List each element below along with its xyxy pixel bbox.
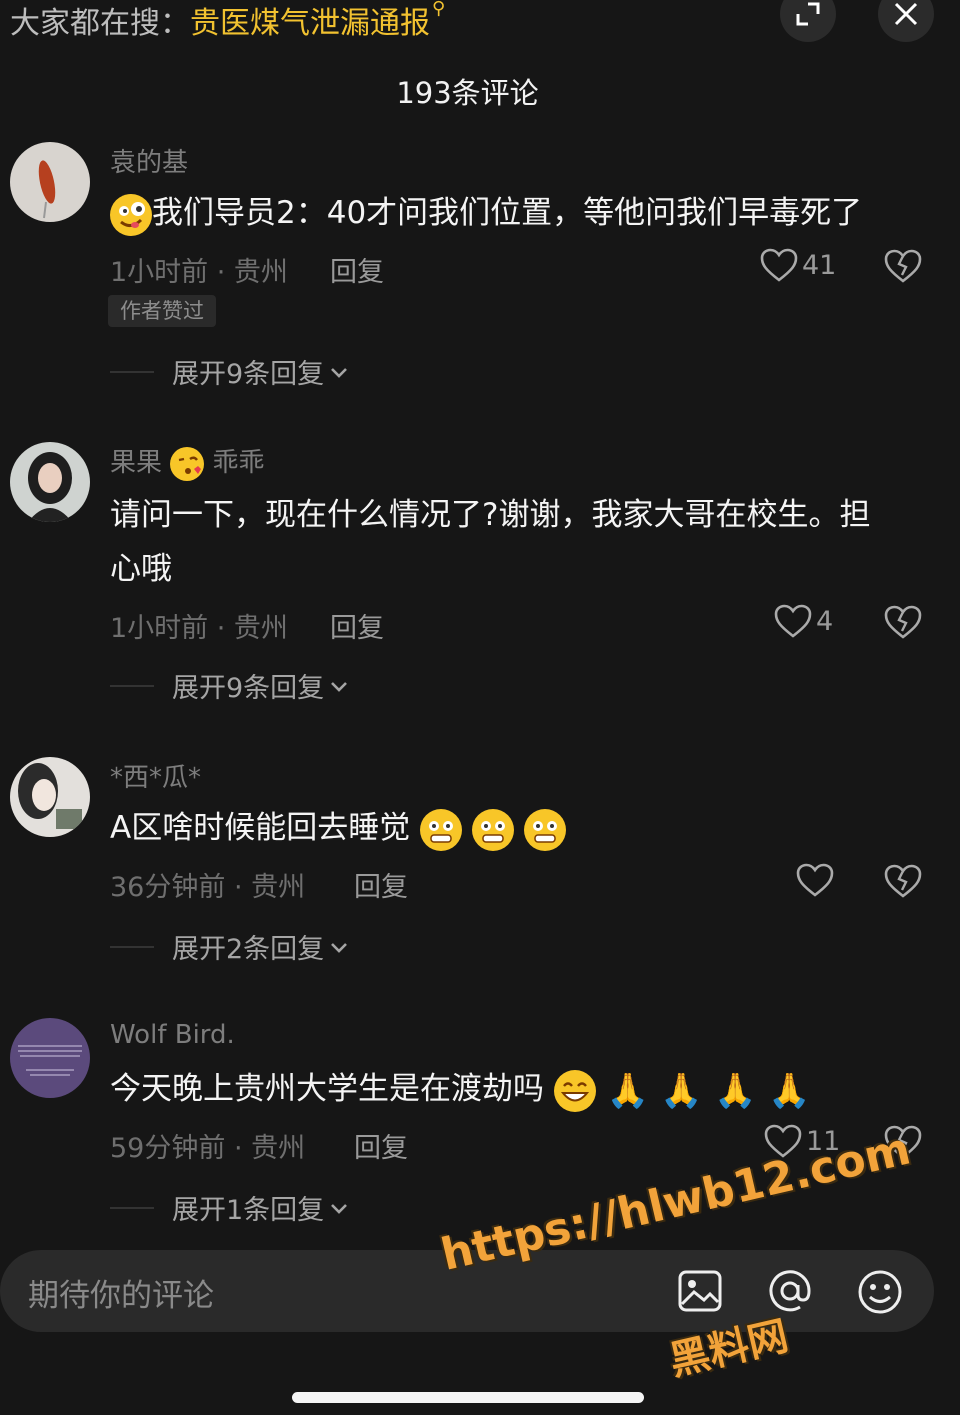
comments-count-title: 193条评论	[396, 76, 539, 110]
grimace-emoji-icon	[523, 808, 566, 851]
comment-time-location: 1小时前 · 贵州	[110, 257, 288, 288]
trending-search-term[interactable]: 贵医煤气泄漏通报	[190, 6, 430, 41]
pray-emoji-icon: 🙏	[606, 1070, 649, 1111]
yum-emoji-icon	[110, 193, 152, 236]
chevron-down-icon	[331, 681, 348, 692]
expand-replies-button[interactable]: 展开2条回复	[110, 927, 350, 966]
comment-input-placeholder[interactable]: 期待你的评论	[28, 1270, 214, 1315]
dislike-button[interactable]	[884, 604, 922, 644]
dislike-button[interactable]	[884, 863, 922, 903]
comment-time-location: 59分钟前 · 贵州	[110, 1133, 306, 1164]
comment-time-location: 1小时前 · 贵州	[110, 613, 288, 644]
username-part: 乖乖	[212, 448, 265, 478]
heart-icon	[760, 248, 798, 282]
broken-heart-icon	[884, 249, 922, 283]
comment-text: A区啥时候能回去睡觉	[110, 801, 930, 855]
chevron-down-icon	[331, 1203, 348, 1214]
top-bar: 大家都在搜：贵医煤气泄漏通报 ⚲	[0, 0, 960, 45]
like-button[interactable]: 41	[760, 248, 836, 282]
expand-replies-label: 展开9条回复	[172, 359, 325, 390]
expand-replies-label: 展开2条回复	[172, 934, 325, 965]
expand-replies-label: 展开1条回复	[172, 1195, 325, 1226]
author-liked-badge: 作者赞过	[108, 295, 216, 327]
avatar[interactable]	[10, 142, 90, 222]
chevron-down-icon	[331, 942, 348, 953]
avatar[interactable]	[10, 1018, 90, 1098]
like-button[interactable]: 4	[774, 604, 833, 638]
expand-button[interactable]	[780, 0, 836, 42]
comment-text: 请问一下，现在什么情况了?谢谢，我家大哥在校生。担 心哦	[110, 488, 930, 596]
expand-icon	[796, 2, 820, 26]
reply-button[interactable]: 回复	[354, 1126, 408, 1165]
broken-heart-icon	[884, 605, 922, 639]
comment-username[interactable]: 果果 乖乖	[110, 442, 265, 481]
trending-search-prefix: 大家都在搜：	[10, 6, 190, 41]
comment-username[interactable]: 袁的基	[110, 142, 188, 179]
pray-emoji-icon: 🙏	[660, 1070, 703, 1111]
username-part: 果果	[110, 448, 163, 478]
broken-heart-icon	[884, 864, 922, 898]
reply-button[interactable]: 回复	[354, 865, 408, 904]
comment-username[interactable]: Wolf Bird.	[110, 1020, 235, 1050]
avatar[interactable]	[10, 757, 90, 837]
avatar[interactable]	[10, 442, 90, 522]
expand-replies-label: 展开9条回复	[172, 673, 325, 704]
chevron-down-icon	[331, 367, 348, 378]
comment-text-line: 请问一下，现在什么情况了?谢谢，我家大哥在校生。担	[110, 497, 871, 533]
comment-text-body: 今天晚上贵州大学生是在渡劫吗	[110, 1071, 544, 1107]
like-button[interactable]	[796, 863, 838, 897]
divider	[110, 684, 154, 687]
image-icon[interactable]	[676, 1268, 724, 1318]
kiss-emoji-icon	[170, 446, 205, 481]
comment-username[interactable]: *西*瓜*	[110, 757, 201, 794]
expand-replies-button[interactable]: 展开9条回复	[110, 352, 350, 391]
trending-search[interactable]: 大家都在搜：贵医煤气泄漏通报 ⚲	[10, 0, 445, 42]
expand-replies-button[interactable]: 展开9条回复	[110, 666, 350, 705]
expand-replies-button[interactable]: 展开1条回复	[110, 1188, 350, 1227]
pray-emoji-icon: 🙏	[768, 1070, 811, 1111]
like-count: 41	[802, 249, 837, 281]
search-icon[interactable]: ⚲	[432, 0, 445, 19]
emoji-icon[interactable]	[856, 1268, 904, 1320]
comment-text: 今天晚上贵州大学生是在渡劫吗 🙏 🙏 🙏 🙏	[110, 1062, 930, 1116]
like-count: 4	[816, 605, 834, 637]
comment-time-location: 36分钟前 · 贵州	[110, 872, 306, 903]
divider	[110, 370, 154, 373]
comment-text-line: 心哦	[110, 551, 172, 587]
close-icon	[894, 2, 918, 26]
heart-icon	[774, 604, 812, 638]
divider	[110, 945, 154, 948]
divider	[110, 1206, 154, 1209]
comment-text-body: 我们导员2：40才问我们位置，等他问我们早毒死了	[152, 195, 863, 231]
grin-emoji-icon	[553, 1069, 596, 1112]
heart-icon	[796, 863, 834, 897]
home-indicator[interactable]	[292, 1392, 644, 1403]
grimace-emoji-icon	[471, 808, 514, 851]
comment-text: 我们导员2：40才问我们位置，等他问我们早毒死了	[110, 186, 930, 240]
reply-button[interactable]: 回复	[330, 250, 384, 289]
comment-text-body: A区啥时候能回去睡觉	[110, 810, 411, 846]
dislike-button[interactable]	[884, 248, 922, 288]
close-button[interactable]	[878, 0, 934, 42]
reply-button[interactable]: 回复	[330, 606, 384, 645]
pray-emoji-icon: 🙏	[714, 1070, 757, 1111]
grimace-emoji-icon	[420, 808, 463, 851]
